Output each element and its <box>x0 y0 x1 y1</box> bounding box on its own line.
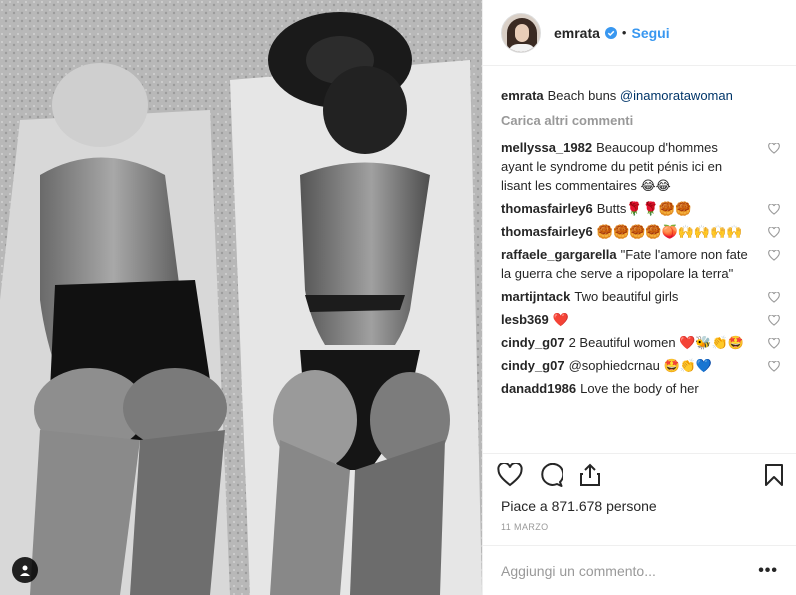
comment-text-block: mellyssa_1982 Beaucoup d'hommes ayant le … <box>501 138 751 195</box>
comment-body: Two beautiful girls <box>574 289 679 304</box>
comment-text-block: martijntack Two beautiful girls <box>501 287 678 306</box>
post-header: emrata • Segui <box>483 0 796 66</box>
comment-like-heart-icon[interactable] <box>768 249 780 264</box>
comment-body: @sophiedcrnau 🤩👏💙 <box>568 358 713 373</box>
comment-text-block: lesb369 ❤️ <box>501 310 569 329</box>
comment-row: thomasfairley6 Butts🌹🌹🥮🥮 <box>501 199 780 218</box>
header-username[interactable]: emrata <box>554 25 600 41</box>
comment-username[interactable]: thomasfairley6 <box>501 201 593 216</box>
comment-username[interactable]: thomasfairley6 <box>501 224 593 239</box>
comment-text-block: raffaele_gargarella "Fate l'amore non fat… <box>501 245 751 283</box>
comment-username[interactable]: lesb369 <box>501 312 549 327</box>
comment-username[interactable]: raffaele_gargarella <box>501 247 617 262</box>
comment-input[interactable] <box>501 562 759 579</box>
post-photo[interactable] <box>0 0 482 595</box>
comment-text-block: cindy_g07 @sophiedcrnau 🤩👏💙 <box>501 356 712 375</box>
add-comment-bar: ••• <box>483 545 796 595</box>
comment-text-block: thomasfairley6 Butts🌹🌹🥮🥮 <box>501 199 691 218</box>
action-bar <box>483 453 796 495</box>
comment-row: mellyssa_1982 Beaucoup d'hommes ayant le … <box>501 138 780 195</box>
caption-mention[interactable]: @inamoratawoman <box>620 88 733 103</box>
post-side-panel: emrata • Segui emrata Beach buns @inamora… <box>482 0 796 595</box>
more-options-icon[interactable]: ••• <box>758 562 778 580</box>
follow-button[interactable]: Segui <box>631 25 669 41</box>
comment-like-heart-icon[interactable] <box>768 360 780 375</box>
comment-like-heart-icon[interactable] <box>768 337 780 352</box>
post-image <box>0 0 482 595</box>
comment-row: danadd1986 Love the body of her <box>501 379 780 398</box>
comment-row: raffaele_gargarella "Fate l'amore non fat… <box>501 245 780 283</box>
comment-body: Butts🌹🌹🥮🥮 <box>596 201 692 216</box>
comment-text-block: thomasfairley6 🥮🥮🥮🥮🍑🙌🙌🙌🙌 <box>501 222 742 241</box>
comment-like-heart-icon[interactable] <box>768 314 780 329</box>
comment-body: 2 Beautiful women ❤️🐝👏🤩 <box>568 335 744 350</box>
load-more-comments[interactable]: Carica altri commenti <box>501 113 780 128</box>
comment-row: lesb369 ❤️ <box>501 310 780 329</box>
comment-text-block: danadd1986 Love the body of her <box>501 379 699 398</box>
separator-dot: • <box>621 25 627 40</box>
comment-like-heart-icon[interactable] <box>768 291 780 306</box>
comment-row: cindy_g07 2 Beautiful women ❤️🐝👏🤩 <box>501 333 780 352</box>
comment-like-heart-icon[interactable] <box>768 142 780 157</box>
likes-count[interactable]: Piace a 871.678 persone <box>483 495 796 517</box>
user-tag-icon[interactable] <box>12 557 38 583</box>
verified-badge-icon <box>604 26 617 39</box>
comment-like-heart-icon[interactable] <box>768 203 780 218</box>
comment-row: martijntack Two beautiful girls <box>501 287 780 306</box>
comments-list: emrata Beach buns @inamoratawoman Carica … <box>483 66 796 453</box>
comment-row: cindy_g07 @sophiedcrnau 🤩👏💙 <box>501 356 780 375</box>
comment-text-block: cindy_g07 2 Beautiful women ❤️🐝👏🤩 <box>501 333 744 352</box>
comment-bubble-icon[interactable] <box>539 462 563 487</box>
comment-body: ❤️ <box>552 312 569 327</box>
comment-username[interactable]: cindy_g07 <box>501 335 565 350</box>
comment-username[interactable]: cindy_g07 <box>501 358 565 373</box>
comment-username[interactable]: mellyssa_1982 <box>501 140 592 155</box>
caption-username[interactable]: emrata <box>501 88 544 103</box>
caption: emrata Beach buns @inamoratawoman <box>501 86 751 105</box>
caption-text: Beach buns <box>547 88 620 103</box>
comment-like-heart-icon[interactable] <box>768 226 780 241</box>
share-icon[interactable] <box>579 463 601 487</box>
avatar[interactable] <box>501 12 541 53</box>
likes-text: Piace a 871.678 persone <box>501 498 657 514</box>
comment-row: thomasfairley6 🥮🥮🥮🥮🍑🙌🙌🙌🙌 <box>501 222 780 241</box>
comment-body: Love the body of her <box>580 381 699 396</box>
comment-username[interactable]: martijntack <box>501 289 570 304</box>
post-date[interactable]: 11 MARZO <box>483 517 796 537</box>
bookmark-icon[interactable] <box>764 463 784 487</box>
post-container: emrata • Segui emrata Beach buns @inamora… <box>0 0 796 595</box>
comment-body: 🥮🥮🥮🥮🍑🙌🙌🙌🙌 <box>596 224 743 239</box>
comment-username[interactable]: danadd1986 <box>501 381 576 396</box>
heart-icon[interactable] <box>497 462 523 487</box>
